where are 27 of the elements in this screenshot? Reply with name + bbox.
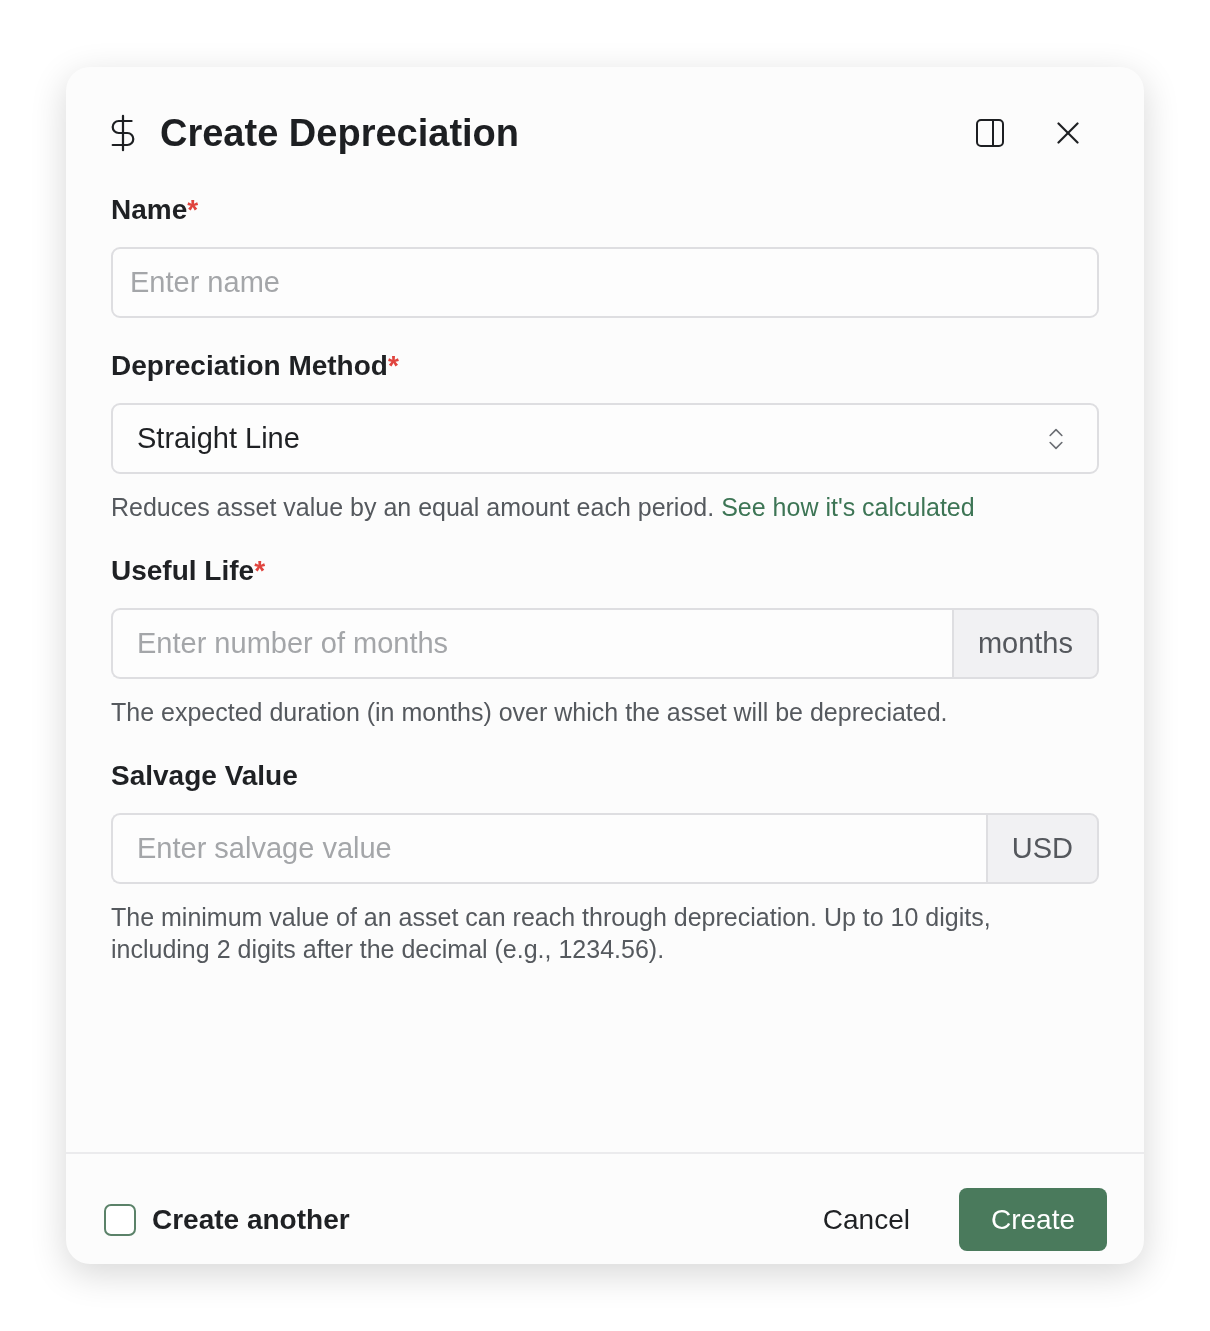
text-input[interactable]: Enter number of months <box>111 608 952 679</box>
checkbox-label: Create another <box>152 1202 350 1237</box>
unit-addon: USD <box>985 813 1099 884</box>
field-label: Salvage Value <box>111 759 298 793</box>
text-input[interactable]: Enter name <box>111 247 1099 318</box>
dialog-title: Create Depreciation <box>160 111 519 156</box>
required-asterisk: * <box>187 193 199 227</box>
checkbox[interactable] <box>104 1203 136 1236</box>
create-button[interactable]: Create <box>958 1188 1107 1251</box>
helper-text: Reduces asset value by an equal amount each period. See how it's calculated <box>111 492 975 523</box>
required-asterisk: * <box>254 554 266 588</box>
dollar-icon <box>111 114 135 152</box>
cancel-button[interactable]: Cancel <box>806 1188 926 1251</box>
chevrons-up-down-icon <box>1049 427 1063 450</box>
unit-addon: months <box>951 608 1099 679</box>
side-panel-button[interactable] <box>973 116 1007 150</box>
helper-text: The minimum value of an asset can reach through depreciation. Up to 10 digits, including 2 digits after the decimal (e.g., 1234.56). <box>111 902 992 965</box>
side-panel-icon <box>976 119 1004 147</box>
required-asterisk: * <box>387 349 399 383</box>
text-input[interactable]: Enter salvage value <box>111 813 986 884</box>
close-icon <box>1057 122 1079 144</box>
calculation-link[interactable]: See how it's calculated <box>721 493 975 521</box>
select-field[interactable]: Straight Line <box>111 403 1099 474</box>
field-label: Useful Life <box>111 554 255 588</box>
field-label: Depreciation Method <box>111 349 388 383</box>
helper-text: The expected duration (in months) over which the asset will be depreciated. <box>111 697 948 728</box>
field-label: Name <box>111 193 188 227</box>
